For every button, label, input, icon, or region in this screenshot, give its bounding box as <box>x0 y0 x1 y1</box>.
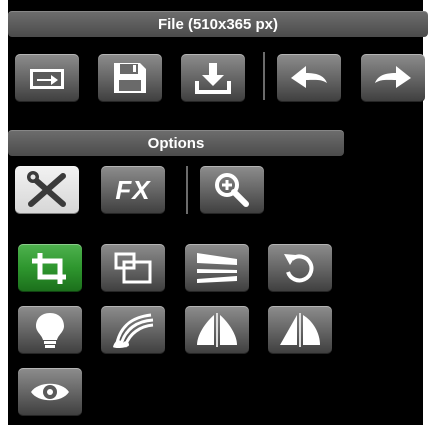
save-icon <box>112 61 148 95</box>
lightbulb-icon <box>32 311 68 349</box>
preview-button[interactable] <box>18 368 82 416</box>
options-header: Options <box>8 130 344 156</box>
undo-button[interactable] <box>277 54 341 102</box>
editor-toolbar-panel: File (510x365 px) Options FX <box>8 0 428 425</box>
tools-button[interactable] <box>15 166 79 214</box>
rotate-button[interactable] <box>268 244 332 292</box>
undo-arrow-icon <box>288 63 330 93</box>
curves-icon <box>111 311 155 349</box>
zoom-button[interactable] <box>200 166 264 214</box>
download-icon <box>194 61 232 95</box>
options-separator <box>186 166 188 214</box>
brightness-button[interactable] <box>18 306 82 354</box>
curves-button[interactable] <box>101 306 165 354</box>
eye-icon <box>29 378 71 406</box>
flip-horizontal-icon <box>195 311 239 349</box>
perspective-button[interactable] <box>185 244 249 292</box>
file-header-label: File (510x365 px) <box>157 15 279 33</box>
resize-icon <box>113 251 153 285</box>
flip-vertical-icon <box>278 311 322 349</box>
resize-button[interactable] <box>101 244 165 292</box>
fx-icon: FX <box>115 174 151 205</box>
tools-icon <box>25 170 69 210</box>
options-header-label: Options <box>147 134 205 152</box>
toolbar-separator <box>263 52 265 100</box>
save-button[interactable] <box>98 54 162 102</box>
flip-vertical-button[interactable] <box>268 306 332 354</box>
redo-arrow-icon <box>372 63 414 93</box>
fx-button[interactable]: FX <box>101 166 165 214</box>
redo-button[interactable] <box>361 54 425 102</box>
download-button[interactable] <box>181 54 245 102</box>
open-image-button[interactable] <box>15 54 79 102</box>
flip-horizontal-button[interactable] <box>185 306 249 354</box>
open-image-icon <box>27 63 67 93</box>
file-header: File (510x365 px) <box>8 11 428 37</box>
perspective-icon <box>195 251 239 285</box>
rotate-icon <box>280 250 320 286</box>
zoom-in-icon <box>212 171 252 209</box>
crop-button[interactable] <box>18 244 82 292</box>
crop-icon <box>30 251 70 285</box>
